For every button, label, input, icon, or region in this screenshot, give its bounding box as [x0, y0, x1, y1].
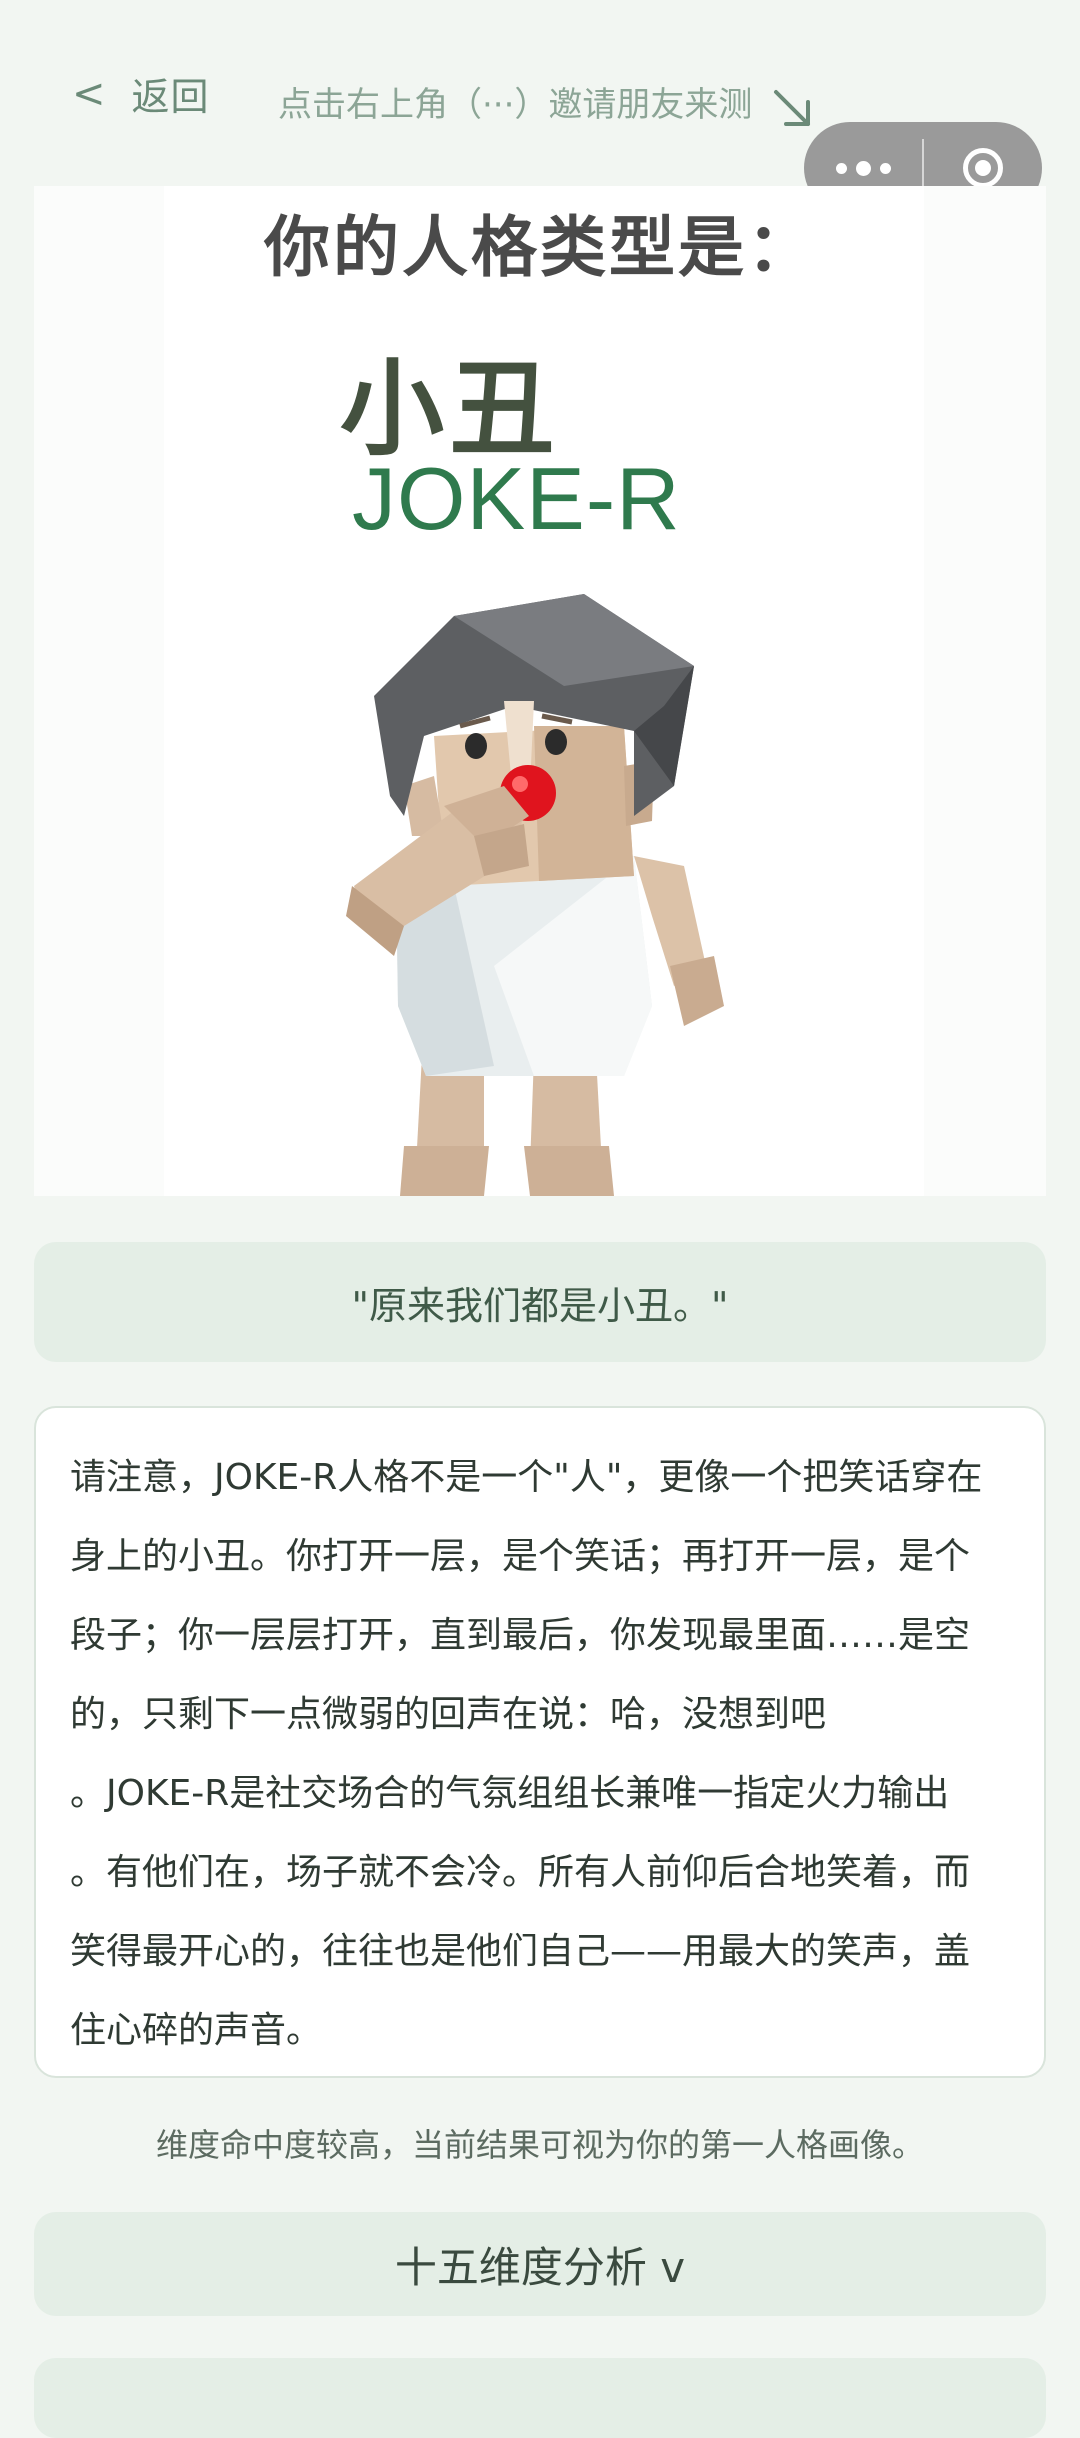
- back-button[interactable]: < 返回: [72, 66, 210, 121]
- description-line: 住心碎的声音。: [70, 2010, 323, 2051]
- clown-character-illustration: [346, 594, 724, 1196]
- description-line: 段子；你一层层打开，直到最后，你发现最里面……是空: [70, 1615, 971, 1656]
- target-ring-icon: [963, 148, 1003, 188]
- invite-hint-text: 点击右上角（···）邀请朋友来测: [278, 84, 753, 125]
- next-section-panel: [34, 2358, 1046, 2438]
- description-line: 。JOKE-R是社交场合的气氛组组长兼唯一指定火力输出: [70, 1773, 950, 1814]
- description-line: 。有他们在，场子就不会冷。所有人前仰后合地笑着，而: [70, 1852, 971, 1893]
- more-dots-icon: [835, 160, 891, 176]
- description-line: 笑得最开心的，往往也是他们自己——用最大的笑声，盖: [70, 1931, 971, 1972]
- invite-hint: 点击右上角（···）邀请朋友来测: [278, 70, 816, 132]
- description-card: 请注意，JOKE-R人格不是一个"人"，更像一个把笑话穿在 身上的小丑。你打开一…: [34, 1406, 1046, 2078]
- personality-type-code: JOKE-R: [352, 449, 681, 548]
- description-line: 请注意，JOKE-R人格不是一个"人"，更像一个把笑话穿在: [70, 1457, 983, 1498]
- chevron-left-icon: <: [72, 70, 106, 117]
- result-heading: 你的人格类型是：: [264, 209, 816, 286]
- back-label: 返回: [131, 75, 210, 119]
- top-bar: < 返回 点击右上角（···）邀请朋友来测: [0, 0, 1080, 214]
- result-image: 你的人格类型是： 小丑 JOKE-R: [34, 186, 1046, 1196]
- type-quote: "原来我们都是小丑。": [34, 1242, 1046, 1362]
- dimensions-analysis-toggle[interactable]: 十五维度分析 v: [34, 2212, 1046, 2316]
- description-line: 的，只剩下一点微弱的回声在说：哈，没想到吧: [70, 1694, 827, 1735]
- description-line: 身上的小丑。你打开一层，是个笑话；再打开一层，是个: [70, 1536, 971, 1577]
- match-note: 维度命中度较高，当前结果可视为你的第一人格画像。: [155, 2126, 924, 2164]
